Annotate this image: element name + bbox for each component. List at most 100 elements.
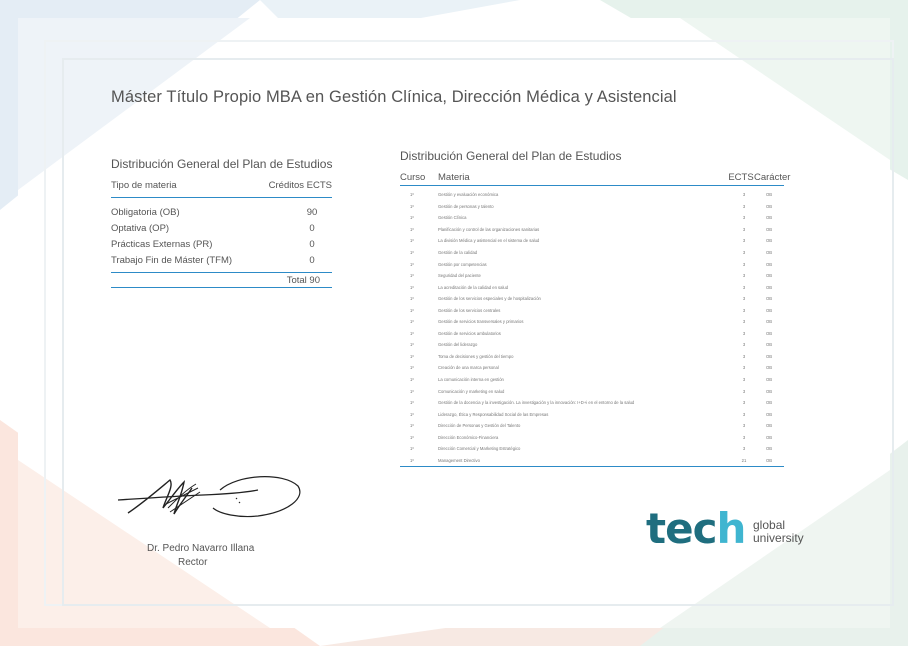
summary-header-type: Tipo de materia xyxy=(111,180,177,191)
course-materia: Dirección Económico-Financiera xyxy=(438,434,499,440)
course-caracter: OB xyxy=(765,411,773,417)
course-materia: Gestión del liderazgo xyxy=(438,342,478,348)
course-curso: 1º xyxy=(410,388,414,394)
course-curso: 1º xyxy=(410,330,414,336)
course-ects: 3 xyxy=(742,250,746,255)
courses-header: Curso Materia ECTS Carácter xyxy=(400,169,790,186)
course-row: 1º Seguridad del paciente 3 OB xyxy=(400,270,784,282)
course-curso: 1º xyxy=(410,250,414,255)
course-ects: 3 xyxy=(742,192,746,198)
course-materia: Gestión de la calidad xyxy=(438,250,478,255)
course-materia: Creación de una marca personal xyxy=(438,365,499,371)
summary-row-value: 0 xyxy=(309,254,315,266)
logo-h-glyph: h xyxy=(716,504,746,553)
course-materia: Planificación y control de las organizac… xyxy=(438,226,540,232)
course-curso: 1º xyxy=(410,377,414,383)
course-materia: Seguridad del paciente xyxy=(438,273,481,279)
course-ects: 3 xyxy=(742,434,746,440)
course-row: 1º Gestión y evaluación económica 3 OB xyxy=(400,189,784,201)
course-caracter: OB xyxy=(765,457,773,463)
summary-row-value: 90 xyxy=(306,206,318,218)
course-materia: Gestión de servicios transversales y pri… xyxy=(438,319,524,325)
course-curso: 1º xyxy=(410,446,414,452)
course-row: 1º Liderazgo, Ética y Responsabilidad Soc… xyxy=(400,408,784,420)
course-row: 1º Planificación y control de las organiz… xyxy=(400,224,784,236)
course-curso: 1º xyxy=(410,307,414,313)
course-ects: 3 xyxy=(742,261,746,267)
course-curso: 1º xyxy=(410,238,414,244)
course-ects: 3 xyxy=(742,284,746,290)
course-ects: 3 xyxy=(742,411,746,417)
course-ects: 3 xyxy=(742,238,746,244)
course-curso: 1º xyxy=(410,226,414,232)
course-curso: 1º xyxy=(410,319,414,325)
course-materia: La acreditación de la calidad en salud xyxy=(438,284,509,290)
summary-row-value: 0 xyxy=(309,238,315,250)
summary-row: Prácticas Externas (PR) 0 xyxy=(111,236,332,252)
course-curso: 1º xyxy=(410,423,414,429)
summary-row: Trabajo Fin de Máster (TFM) 0 xyxy=(111,252,332,268)
course-row: 1º Gestión de los servicios centrales 3 OB xyxy=(400,304,784,316)
course-row: 1º Gestión Clínica 3 OB xyxy=(400,212,784,224)
course-ects: 3 xyxy=(742,365,746,371)
course-materia: Gestión Clínica xyxy=(438,215,467,221)
course-row: 1º La división Médica y asistencial en el… xyxy=(400,235,784,247)
course-materia: Gestión de la docencia y la investigació… xyxy=(438,400,635,406)
summary-row-value: 0 xyxy=(309,222,315,234)
summary-row-label: Optativa (OP) xyxy=(111,222,170,234)
course-ects: 3 xyxy=(742,400,746,406)
course-materia: La comunicación interna en gestión xyxy=(438,377,504,383)
course-row: 1º Gestión por competencias 3 OB xyxy=(400,258,784,270)
course-curso: 1º xyxy=(410,203,414,209)
signatory-name: Dr. Pedro Navarro Illana xyxy=(147,543,255,554)
header-ects: ECTS xyxy=(728,171,754,183)
summary-header: Tipo de materia Créditos ECTS xyxy=(111,180,332,198)
signature-image xyxy=(117,476,301,518)
course-materia: Toma de decisiones y gestión del tiempo xyxy=(438,353,514,359)
course-materia: Management Directivo xyxy=(438,457,480,463)
course-caracter: OB xyxy=(765,203,773,209)
summary-title: Distribución General del Plan de Estudio… xyxy=(111,157,333,171)
course-caracter: OB xyxy=(765,261,773,267)
course-caracter: OB xyxy=(765,215,773,221)
course-ects: 3 xyxy=(742,423,746,429)
course-row: 1º Gestión del liderazgo 3 OB xyxy=(400,339,784,351)
logo-line-university: university xyxy=(753,531,804,545)
course-row: 1º Creación de una marca personal 3 OB xyxy=(400,362,784,374)
course-materia: Gestión de los servicios especiales y de… xyxy=(438,296,541,302)
course-curso: 1º xyxy=(410,342,414,348)
summary-row-label: Obligatoria (OB) xyxy=(111,206,180,218)
course-ects: 3 xyxy=(742,330,746,336)
course-ects: 3 xyxy=(742,296,746,302)
course-ects: 3 xyxy=(742,319,746,325)
course-caracter: OB xyxy=(765,377,773,383)
course-row: 1º Gestión de la docencia y la investigac… xyxy=(400,397,784,409)
course-curso: 1º xyxy=(410,215,414,221)
courses-bottom-rule xyxy=(400,466,784,468)
course-caracter: OB xyxy=(765,273,773,279)
summary-header-credits: Créditos ECTS xyxy=(268,180,332,191)
summary-total: Total 90 xyxy=(111,273,332,288)
course-materia: Gestión por competencias xyxy=(438,261,487,267)
course-row: 1º Gestión de la calidad 3 OB xyxy=(400,247,784,259)
course-row: 1º Dirección Comercial y Marketing Estrat… xyxy=(400,443,784,455)
header-curso: Curso xyxy=(400,171,426,183)
course-row: 1º La comunicación interna en gestión 3 OB xyxy=(400,374,784,386)
course-row: 1º Gestión de personas y talento 3 OB xyxy=(400,201,784,213)
course-ects: 21 xyxy=(741,457,747,463)
summary-row-label: Prácticas Externas (PR) xyxy=(111,238,213,250)
course-curso: 1º xyxy=(410,284,414,290)
course-row: 1º Gestión de servicios ambulatorios 3 OB xyxy=(400,328,784,340)
course-caracter: OB xyxy=(765,238,773,244)
course-row: 1º Dirección Económico-Financiera 3 OB xyxy=(400,431,784,443)
course-curso: 1º xyxy=(410,296,414,302)
logo-subtitle: global university xyxy=(753,519,804,545)
course-curso: 1º xyxy=(410,434,414,440)
course-row: 1º Gestión de servicios transversales y p… xyxy=(400,316,784,328)
course-materia: Comunicación y marketing en salud xyxy=(438,388,505,394)
summary-row-label: Trabajo Fin de Máster (TFM) xyxy=(111,254,233,266)
course-ects: 3 xyxy=(742,353,746,359)
tech-logo: tech xyxy=(646,504,746,553)
course-caracter: OB xyxy=(765,365,773,371)
course-ects: 3 xyxy=(742,342,746,348)
